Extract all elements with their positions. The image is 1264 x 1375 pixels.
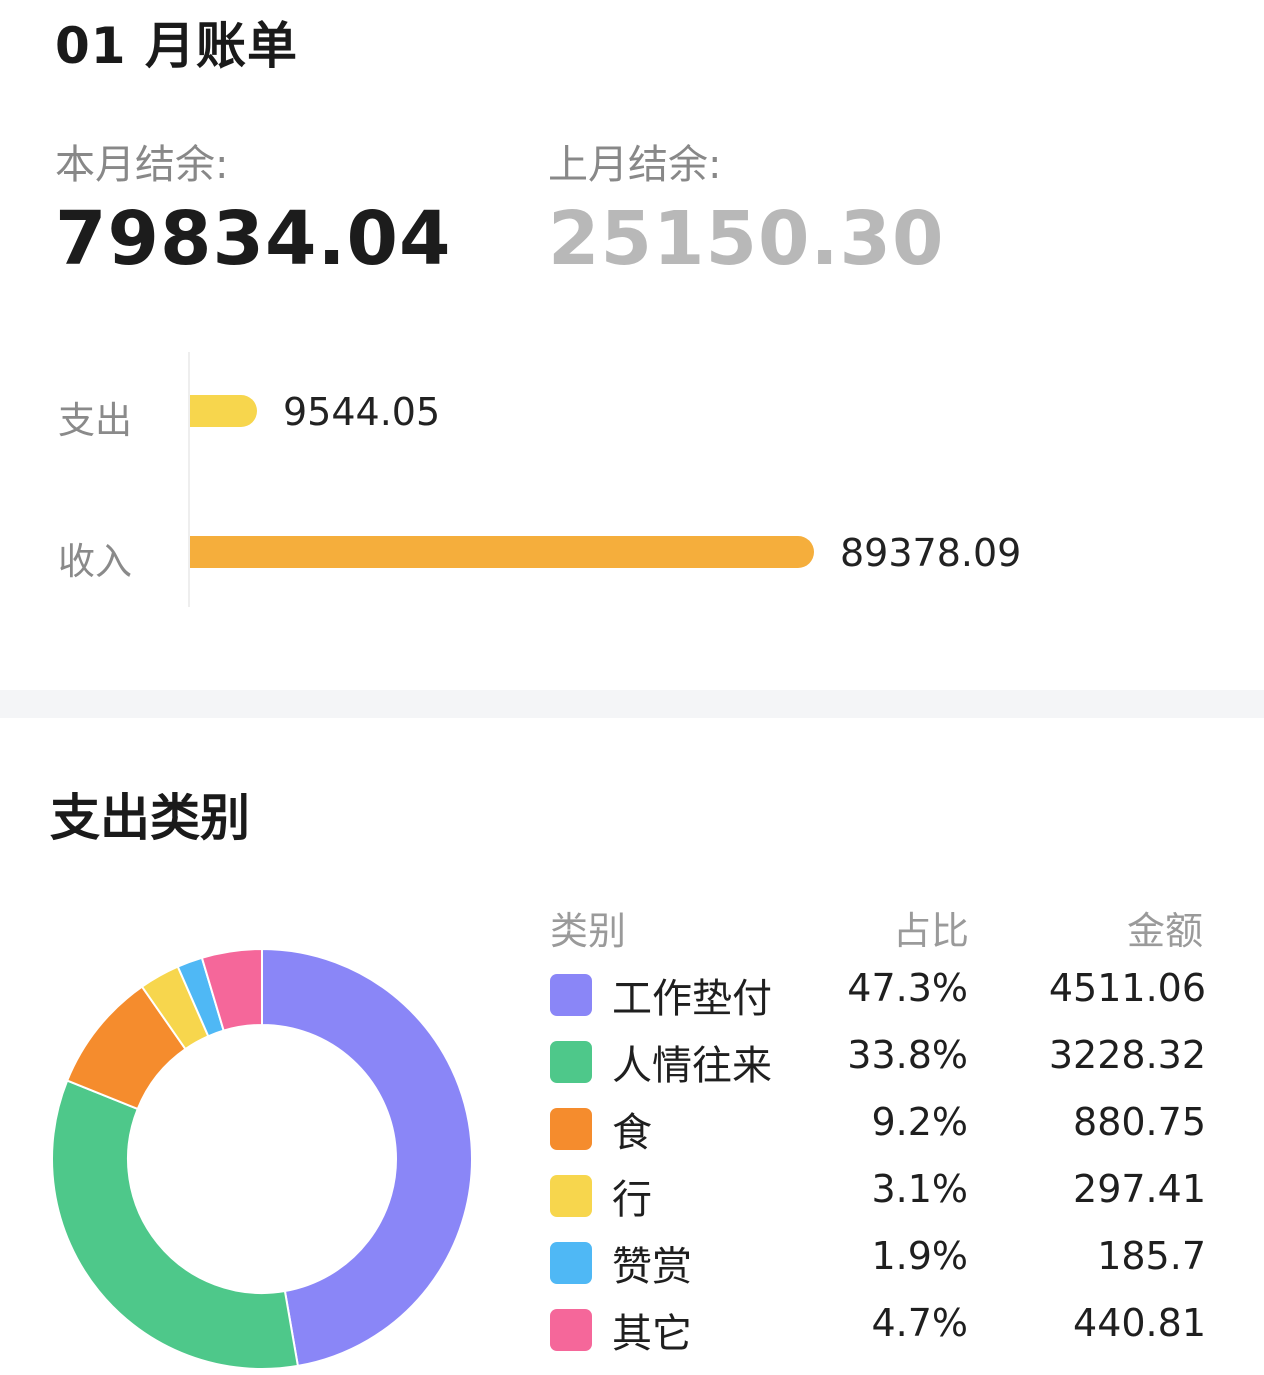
legend-category: 赞赏 (612, 1244, 692, 1290)
legend-amount: 4511.06 (1048, 966, 1206, 1010)
legend-percent: 3.1% (871, 1167, 968, 1211)
legend-category: 食 (612, 1110, 652, 1156)
legend-swatch (550, 1242, 592, 1284)
legend-percent: 9.2% (871, 1100, 968, 1144)
legend-row: 赞赏 1.9% 185.7 (548, 1234, 1208, 1294)
previous-balance-label: 上月结余: (548, 142, 722, 188)
income-bar-label: 收入 (58, 540, 132, 583)
expense-category-title: 支出类别 (50, 789, 250, 847)
expense-bar (190, 395, 257, 427)
legend-swatch (550, 1041, 592, 1083)
expense-bar-label: 支出 (58, 399, 132, 442)
legend-row: 工作垫付 47.3% 4511.06 (548, 966, 1208, 1026)
legend-amount: 185.7 (1097, 1234, 1206, 1278)
previous-balance-value: 25150.30 (548, 196, 945, 282)
legend-category: 人情往来 (612, 1043, 772, 1089)
legend-swatch (550, 1175, 592, 1217)
donut-slice (51, 1079, 300, 1370)
bar-axis (188, 352, 190, 607)
expense-bar-value: 9544.05 (283, 390, 441, 434)
legend-category: 其它 (612, 1311, 692, 1357)
current-balance-value: 79834.04 (55, 196, 452, 282)
legend-amount: 297.41 (1073, 1167, 1206, 1211)
legend-percent: 4.7% (871, 1301, 968, 1345)
income-bar (190, 536, 814, 568)
column-header-category: 类别 (550, 909, 627, 953)
column-header-percent: 占比 (893, 909, 970, 953)
legend-row: 人情往来 33.8% 3228.32 (548, 1033, 1208, 1093)
legend-amount: 440.81 (1073, 1301, 1206, 1345)
income-bar-value: 89378.09 (840, 531, 1022, 575)
expense-donut-chart (51, 947, 473, 1370)
current-balance-label: 本月结余: (55, 142, 229, 188)
legend-row: 食 9.2% 880.75 (548, 1100, 1208, 1160)
legend-category: 行 (612, 1177, 652, 1223)
legend-row: 其它 4.7% 440.81 (548, 1301, 1208, 1361)
legend-swatch (550, 1108, 592, 1150)
donut-slice (261, 947, 473, 1368)
legend-swatch (550, 1309, 592, 1351)
legend-swatch (550, 974, 592, 1016)
column-header-amount: 金额 (1127, 909, 1204, 953)
legend-percent: 47.3% (847, 966, 968, 1010)
legend-category: 工作垫付 (612, 976, 772, 1022)
legend-amount: 3228.32 (1048, 1033, 1206, 1077)
legend-percent: 1.9% (871, 1234, 968, 1278)
page-title: 01 月账单 (55, 17, 298, 75)
legend-percent: 33.8% (847, 1033, 968, 1077)
legend-amount: 880.75 (1073, 1100, 1206, 1144)
section-divider (0, 690, 1264, 718)
legend-row: 行 3.1% 297.41 (548, 1167, 1208, 1227)
